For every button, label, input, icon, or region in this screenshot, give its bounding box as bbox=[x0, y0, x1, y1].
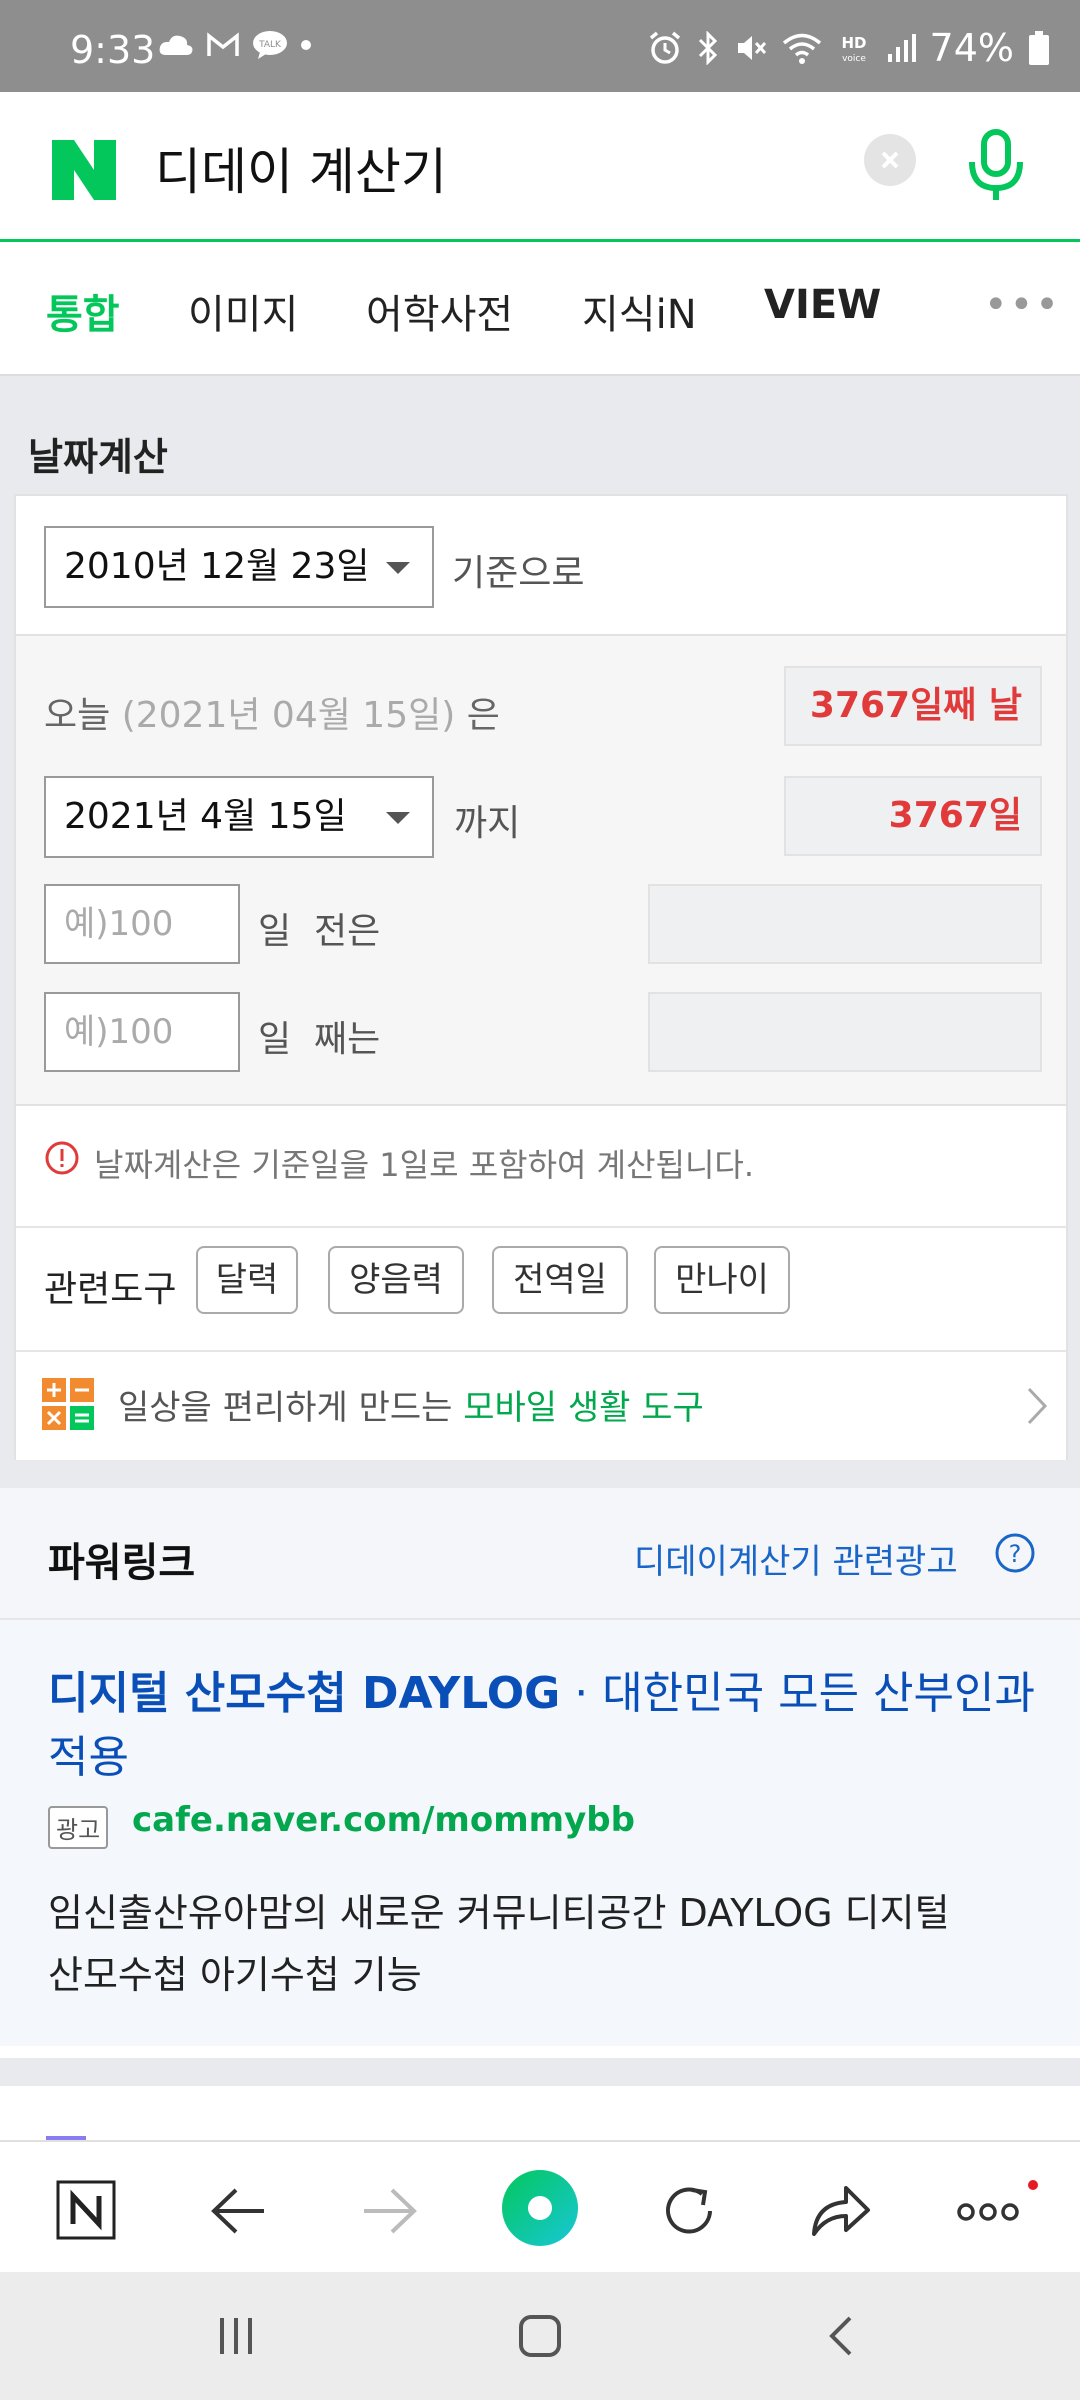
talk-icon: TALK bbox=[253, 31, 287, 59]
tab-view[interactable]: VIEW bbox=[764, 282, 881, 328]
more-menu-icon[interactable] bbox=[956, 2190, 1026, 2230]
bluetooth-icon bbox=[698, 31, 717, 65]
tool-discharge-button[interactable]: 전역일 bbox=[492, 1246, 628, 1314]
ad-subtitle-cont: 적용 bbox=[48, 1732, 129, 1783]
notification-dot bbox=[1028, 2180, 1038, 2190]
base-date-select[interactable]: 2010년 12월 23일 bbox=[44, 526, 434, 608]
naver-home-icon[interactable] bbox=[56, 2180, 116, 2240]
base-date-value: 2010년 12월 23일 bbox=[64, 546, 370, 587]
days-after-result bbox=[648, 992, 1042, 1072]
until-date-select[interactable]: 2021년 4월 15일 bbox=[44, 776, 434, 858]
tool-lunar-button[interactable]: 양음력 bbox=[328, 1246, 464, 1314]
ad-item[interactable]: 디지털 산모수첩 DAYLOG · 대한민국 모든 산부인과 적용 광고 caf… bbox=[0, 1620, 1080, 2046]
section-title: 날짜계산 bbox=[28, 435, 168, 479]
naver-logo[interactable] bbox=[52, 140, 116, 200]
today-result: 3767일째 날 bbox=[784, 666, 1042, 746]
days-before-result bbox=[648, 884, 1042, 964]
hd-voice-icon: HD voice bbox=[841, 34, 866, 64]
recent-apps-icon[interactable] bbox=[216, 2316, 256, 2356]
clear-search-button[interactable] bbox=[864, 134, 916, 186]
status-bar: 9:33 TALK HD voice 74% bbox=[0, 0, 1080, 92]
mobile-tools-link[interactable]: 일상을 편리하게 만드는 모바일 생활 도구 bbox=[16, 1352, 1066, 1462]
chevron-down-icon bbox=[386, 812, 410, 824]
status-time: 9:33 bbox=[70, 28, 156, 72]
system-back-icon[interactable] bbox=[826, 2314, 856, 2358]
calc-footer: 날짜계산은 기준일을 1일로 포함하여 계산됩니다. 관련도구 달력 양음력 전… bbox=[16, 1104, 1066, 1460]
days-after-label: 일 째는 bbox=[258, 1019, 381, 1060]
ad-title-block[interactable]: 디지털 산모수첩 DAYLOG · 대한민국 모든 산부인과 적용 bbox=[48, 1662, 1048, 1790]
days-after-input[interactable]: 예)100 bbox=[44, 992, 240, 1072]
forward-arrow-icon[interactable] bbox=[362, 2186, 418, 2236]
promo-text: 일상을 편리하게 만드는 모바일 생활 도구 bbox=[118, 1388, 704, 1428]
gmail-icon bbox=[207, 32, 239, 56]
powerlink-header: 파워링크 디데이계산기 관련광고 ? bbox=[0, 1488, 1080, 1620]
wifi-icon bbox=[782, 33, 821, 64]
tab-images[interactable]: 이미지 bbox=[188, 282, 298, 340]
divider bbox=[16, 1226, 1066, 1228]
ad-title: 디지털 산모수첩 DAYLOG bbox=[48, 1668, 561, 1719]
chevron-right-icon bbox=[1027, 1387, 1048, 1425]
exclamation-icon bbox=[45, 1141, 79, 1175]
tab-kin[interactable]: 지식iN bbox=[582, 282, 697, 340]
ad-description: 임신출산유아맘의 새로운 커뮤니티공간 DAYLOG 디지털 산모수첩 아기수첩 … bbox=[48, 1891, 950, 1997]
help-icon[interactable]: ? bbox=[994, 1532, 1036, 1574]
until-suffix: 까지 bbox=[454, 803, 521, 844]
back-arrow-icon[interactable] bbox=[210, 2186, 266, 2236]
related-ad-link[interactable]: 디데이계산기 관련광고 bbox=[634, 1534, 958, 1583]
today-label: 오늘 (2021년 04월 15일) 은 bbox=[44, 695, 500, 736]
until-result: 3767일 bbox=[784, 776, 1042, 856]
base-suffix: 기준으로 bbox=[452, 553, 585, 594]
browser-toolbar bbox=[0, 2140, 1080, 2272]
alarm-icon bbox=[649, 31, 680, 64]
search-input[interactable]: 디데이 계산기 bbox=[155, 132, 447, 204]
chevron-down-icon bbox=[386, 562, 410, 574]
promo-link: 모바일 생활 도구 bbox=[463, 1388, 704, 1428]
date-calc-card: 2010년 12월 23일 기준으로 오늘 (2021년 04월 15일) 은 … bbox=[14, 494, 1068, 1460]
signal-icon bbox=[887, 34, 916, 62]
days-before-input[interactable]: 예)100 bbox=[44, 884, 240, 964]
microphone-icon[interactable] bbox=[964, 128, 1028, 204]
ad-badge: 광고 bbox=[48, 1806, 109, 1849]
tool-age-button[interactable]: 만나이 bbox=[654, 1246, 790, 1314]
battery-icon bbox=[1029, 31, 1049, 65]
base-date-row: 2010년 12월 23일 기준으로 bbox=[16, 496, 1066, 636]
tab-integrated[interactable]: 통합 bbox=[46, 282, 120, 340]
search-bar: 디데이 계산기 bbox=[0, 92, 1080, 242]
mute-icon bbox=[737, 36, 766, 60]
svg-text:voice: voice bbox=[842, 54, 866, 64]
ad-subtitle: · 대한민국 모든 산부인과 bbox=[574, 1668, 1035, 1719]
notice-text: 날짜계산은 기준일을 1일로 포함하여 계산됩니다. bbox=[94, 1146, 755, 1184]
search-tabs: 통합 이미지 어학사전 지식iN VIEW ••• bbox=[0, 242, 1080, 376]
green-dot-menu-icon[interactable] bbox=[500, 2168, 580, 2248]
calculator-icon bbox=[42, 1378, 94, 1430]
home-icon[interactable] bbox=[518, 2314, 562, 2358]
today-date: (2021년 04월 15일) bbox=[121, 695, 456, 736]
cloud-icon bbox=[159, 35, 193, 55]
svg-text:TALK: TALK bbox=[258, 40, 282, 50]
close-icon bbox=[881, 151, 899, 169]
svg-text:HD: HD bbox=[841, 34, 866, 52]
next-result-peek bbox=[0, 2086, 1080, 2140]
powerlink-section: 파워링크 디데이계산기 관련광고 ? 디지털 산모수첩 DAYLOG · 대한민… bbox=[0, 1488, 1080, 2058]
until-date-value: 2021년 4월 15일 bbox=[64, 796, 347, 837]
powerlink-title: 파워링크 bbox=[48, 1540, 196, 1586]
battery-percent: 74% bbox=[929, 26, 1014, 70]
more-tabs-icon[interactable]: ••• bbox=[984, 282, 1061, 328]
tool-calendar-button[interactable]: 달력 bbox=[196, 1246, 298, 1314]
system-nav-bar bbox=[0, 2272, 1080, 2400]
refresh-icon[interactable] bbox=[660, 2182, 718, 2240]
tab-dictionary[interactable]: 어학사전 bbox=[366, 282, 513, 340]
ad-url[interactable]: cafe.naver.com/mommybb bbox=[132, 1800, 635, 1840]
related-tools-label: 관련도구 bbox=[44, 1269, 177, 1310]
notification-dot-icon bbox=[301, 40, 311, 50]
share-icon[interactable] bbox=[810, 2182, 872, 2238]
days-before-label: 일 전은 bbox=[258, 911, 381, 952]
svg-text:?: ? bbox=[1009, 1540, 1022, 1568]
